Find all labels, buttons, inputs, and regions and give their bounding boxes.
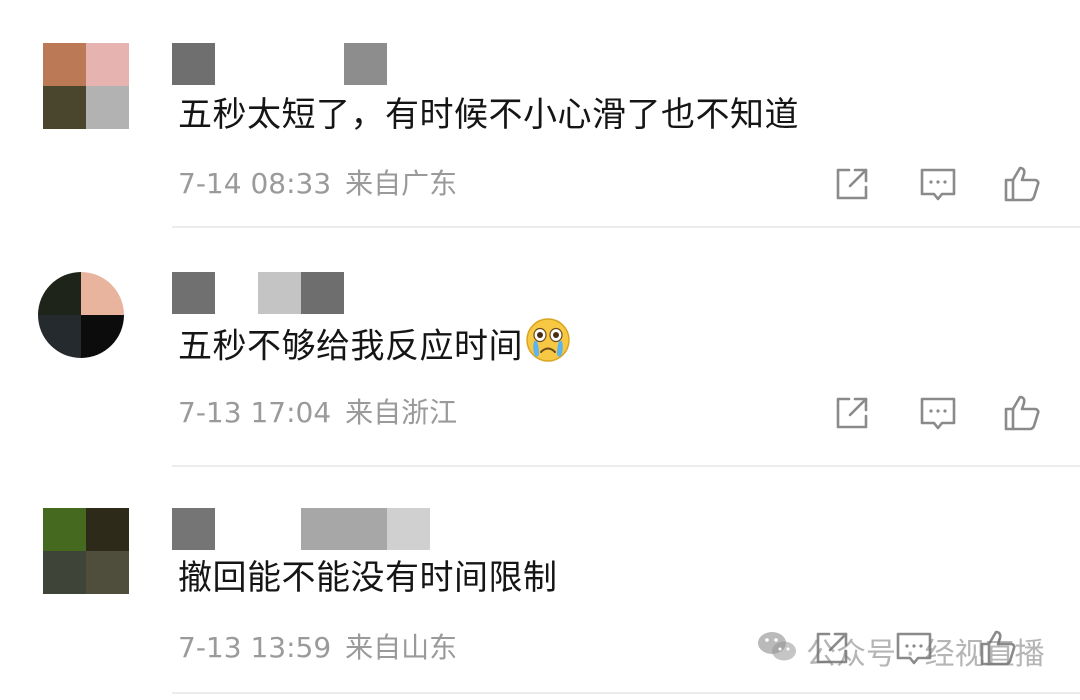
share-icon[interactable] [810, 626, 854, 670]
comment-text: 五秒太短了，有时候不小心滑了也不知道 [178, 95, 799, 135]
share-icon[interactable] [830, 391, 874, 435]
divider [172, 226, 1080, 228]
comment-text: 撤回能不能没有时间限制 [178, 558, 558, 598]
comment-text-content: 五秒不够给我反应时间 [178, 326, 523, 367]
divider [172, 692, 1080, 694]
crying-face-icon [525, 317, 571, 373]
username-redacted[interactable] [172, 43, 432, 87]
comment-actions [816, 626, 1060, 670]
avatar-pixel [86, 86, 129, 129]
avatar[interactable] [38, 272, 124, 358]
redaction-block [301, 508, 387, 550]
comment-icon[interactable] [916, 162, 960, 206]
redaction-block [172, 508, 215, 550]
avatar-pixel [43, 43, 86, 86]
avatar[interactable] [43, 43, 129, 129]
divider [172, 465, 1080, 467]
comment-icon[interactable] [916, 391, 960, 435]
comment-item: 五秒太短了，有时候不小心滑了也不知道 7-14 08:33 来自广东 [0, 0, 1080, 232]
avatar-pixel [38, 315, 81, 358]
avatar-pixel [43, 551, 86, 594]
comment-meta: 7-14 08:33 来自广东 [178, 167, 471, 201]
avatar-pixel [81, 315, 124, 358]
redaction-block [172, 272, 215, 314]
avatar-pixel [86, 551, 129, 594]
thumbs-up-icon[interactable] [1000, 391, 1044, 435]
redaction-block [387, 508, 430, 550]
avatar-pixel [38, 272, 81, 315]
comment-date: 7-14 08:33 [178, 167, 332, 200]
comment-item: 撤回能不能没有时间限制 7-13 13:59 来自山东 [0, 468, 1080, 700]
comment-location: 来自广东 [345, 167, 458, 200]
thumbs-up-icon[interactable] [976, 626, 1020, 670]
avatar-pixel [86, 508, 129, 551]
redaction-block [258, 272, 301, 314]
avatar-pixel [43, 86, 86, 129]
avatar[interactable] [43, 508, 129, 594]
comment-location: 来自浙江 [345, 396, 458, 429]
comment-text: 五秒不够给我反应时间 [178, 318, 571, 373]
comment-location: 来自山东 [345, 631, 458, 664]
avatar-pixel [43, 508, 86, 551]
comment-item: 五秒不够给我反应时间 7-13 17:04 来自浙江 [0, 232, 1080, 467]
redaction-block [344, 43, 387, 85]
redaction-block [301, 272, 344, 314]
comment-date: 7-13 17:04 [178, 396, 332, 429]
avatar-pixel [86, 43, 129, 86]
share-icon[interactable] [830, 162, 874, 206]
comment-icon[interactable] [892, 626, 936, 670]
comment-meta: 7-13 17:04 来自浙江 [178, 396, 471, 430]
comment-actions [820, 391, 1060, 435]
thumbs-up-icon[interactable] [1000, 162, 1044, 206]
comment-date: 7-13 13:59 [178, 631, 332, 664]
username-redacted[interactable] [172, 272, 432, 316]
redaction-block [172, 43, 215, 85]
username-redacted[interactable] [172, 508, 432, 552]
avatar-pixel [81, 272, 124, 315]
comment-actions [820, 162, 1060, 206]
comment-meta: 7-13 13:59 来自山东 [178, 631, 471, 665]
